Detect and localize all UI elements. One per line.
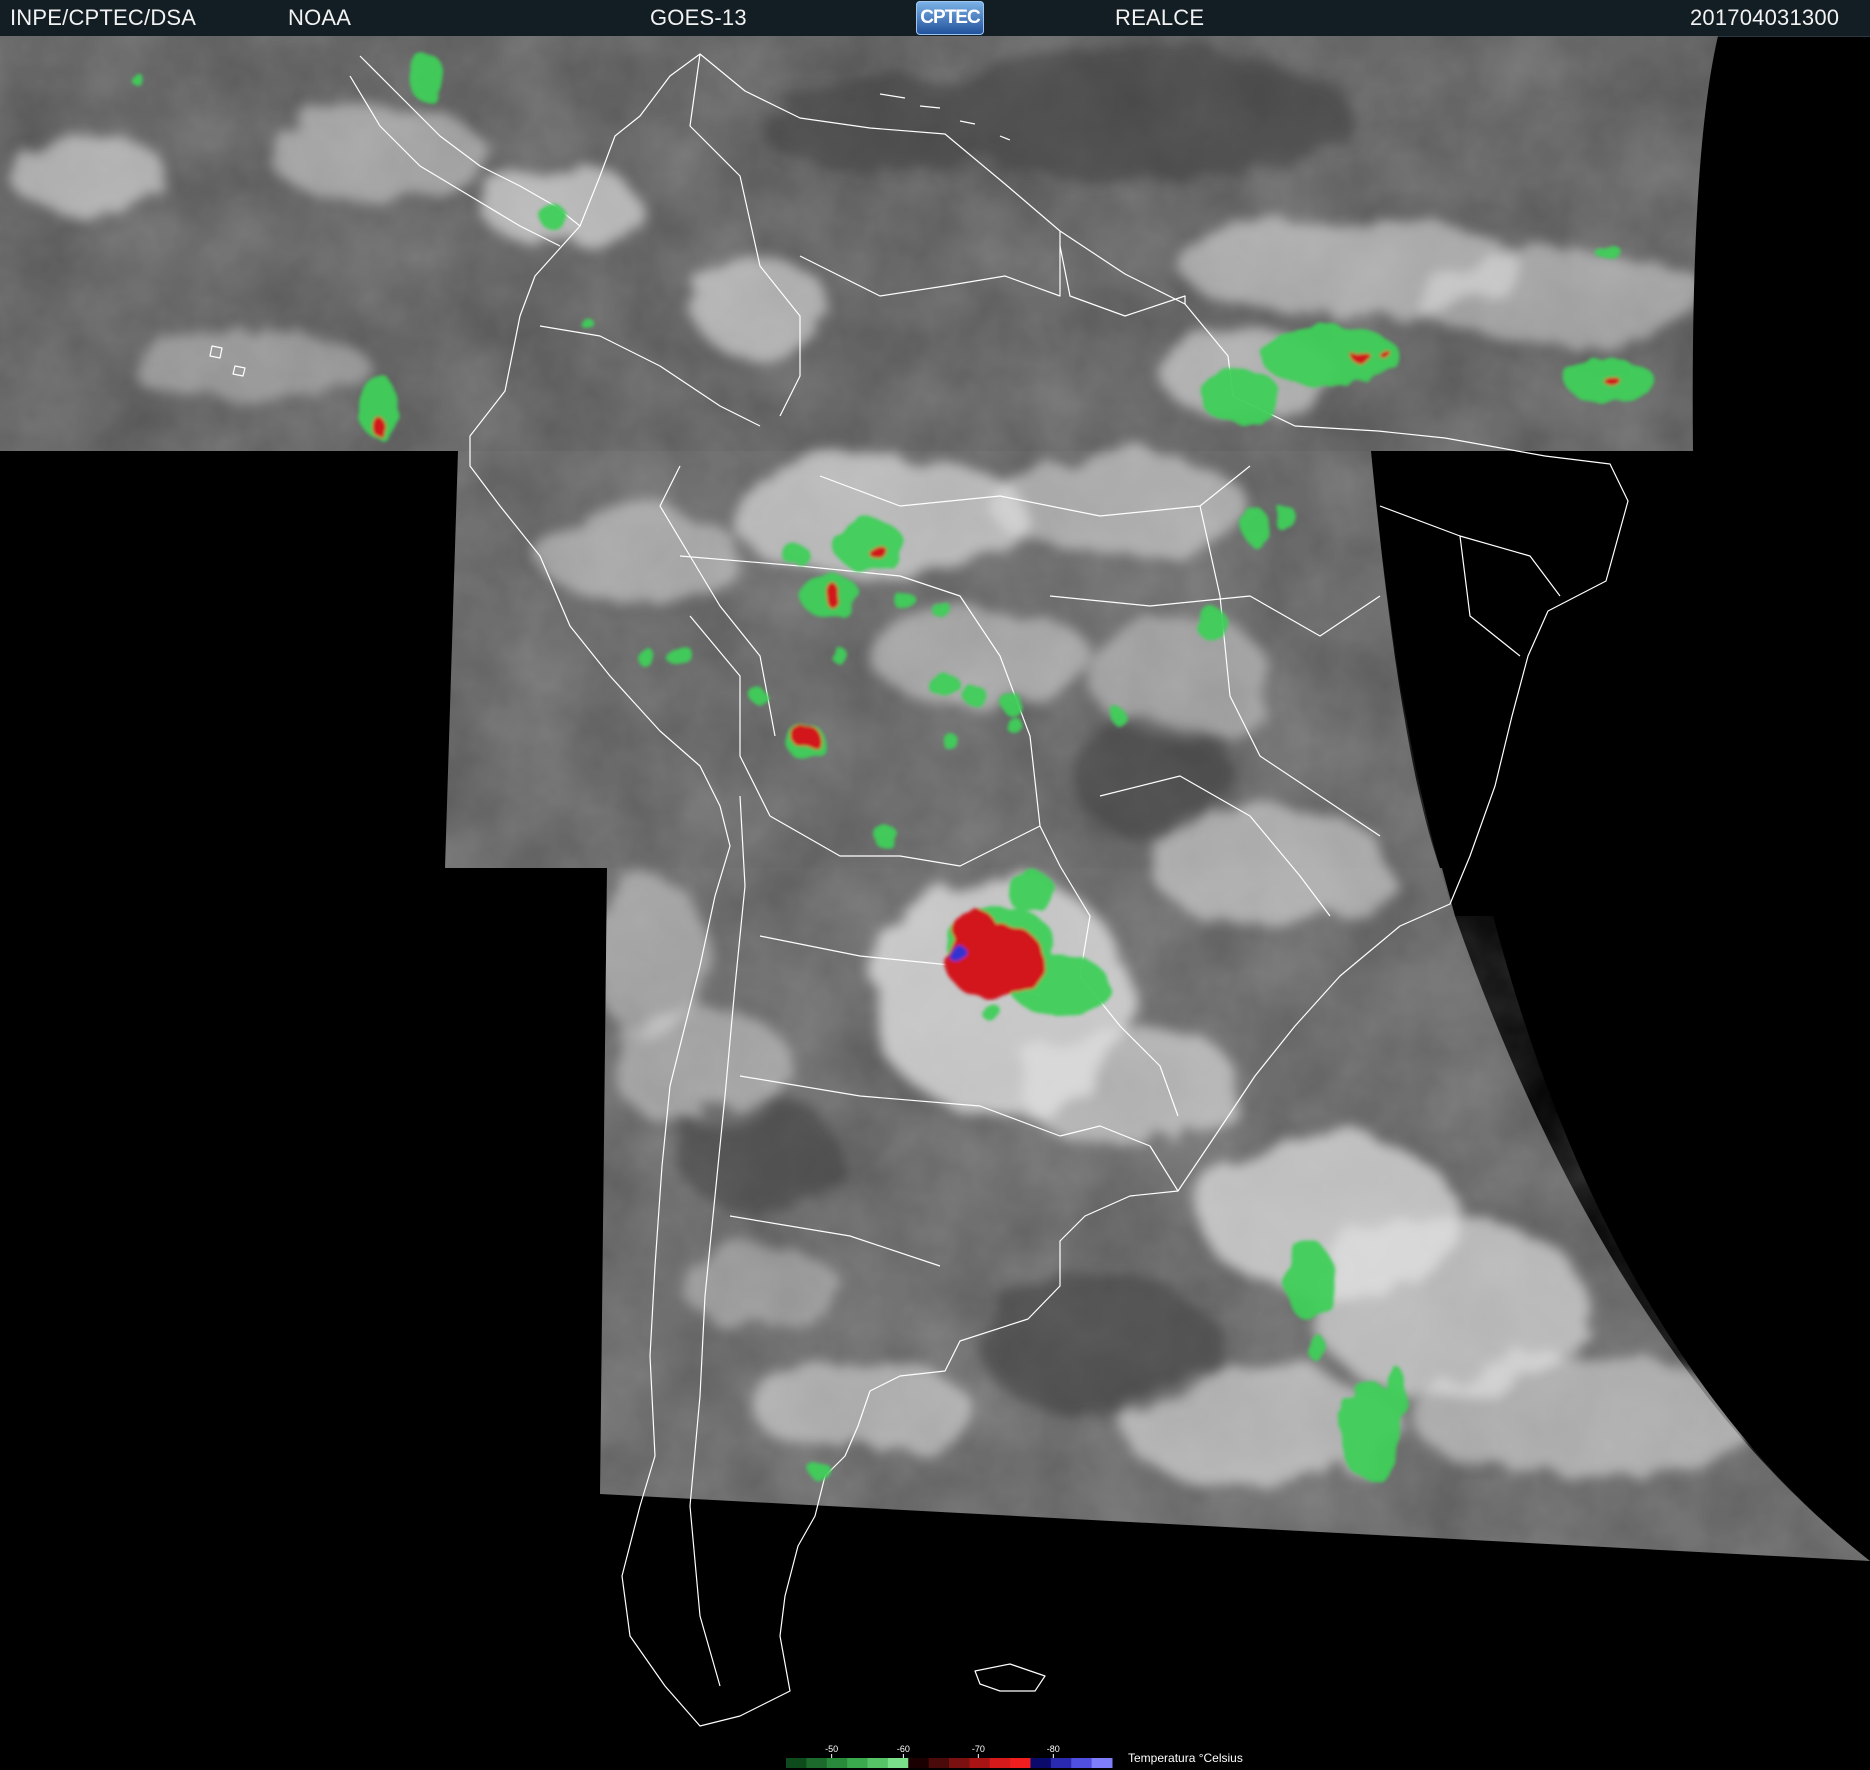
- legend-swatch: [1091, 1758, 1113, 1768]
- legend-swatch: [887, 1758, 909, 1768]
- legend-swatch: [1010, 1758, 1031, 1768]
- legend-swatch: [969, 1758, 991, 1768]
- legend-swatch: [908, 1758, 930, 1768]
- legend-swatch: [928, 1758, 950, 1768]
- institution-label: INPE/CPTEC/DSA: [10, 5, 197, 30]
- legend-swatch: [949, 1758, 970, 1768]
- legend-tick-label: -60: [897, 1744, 910, 1754]
- satellite-image-viewer: INPE/CPTEC/DSA NOAA GOES-13 CPTEC REALCE…: [0, 0, 1870, 1770]
- legend-swatch: [786, 1758, 807, 1768]
- agency-label: NOAA: [288, 5, 352, 30]
- satellite-label: GOES-13: [650, 5, 747, 30]
- satellite-map: [0, 36, 1870, 1727]
- temperature-legend: -50 -60 -70 -80: [786, 1744, 1113, 1768]
- product-label: REALCE: [1115, 5, 1205, 30]
- legend-swatch: [847, 1758, 868, 1768]
- legend-swatch: [806, 1758, 828, 1768]
- legend-swatch: [826, 1758, 848, 1768]
- legend-title: Temperatura °Celsius: [1128, 1751, 1243, 1765]
- timestamp-label: 201704031300: [1690, 5, 1840, 30]
- legend-swatch: [867, 1758, 889, 1768]
- legend-swatch: [1050, 1758, 1072, 1768]
- legend-swatch: [989, 1758, 1011, 1768]
- legend-swatch: [1030, 1758, 1052, 1768]
- brazil-states-nordeste: [1379, 505, 1561, 657]
- cptec-logo: CPTEC: [916, 1, 984, 35]
- falkland-islands: [974, 1663, 1046, 1692]
- legend-swatch: [1071, 1758, 1093, 1768]
- legend-tick-label: -80: [1047, 1744, 1060, 1754]
- legend-color-bar: [786, 1758, 1113, 1768]
- legend-tick-label: -70: [972, 1744, 985, 1754]
- logo-text: CPTEC: [920, 7, 980, 28]
- header-bar: INPE/CPTEC/DSA NOAA GOES-13 CPTEC REALCE…: [0, 0, 1870, 37]
- cloud-layer: [0, 36, 1870, 1561]
- legend-ticks: -50 -60 -70 -80: [825, 1744, 1060, 1758]
- legend-tick-label: -50: [825, 1744, 838, 1754]
